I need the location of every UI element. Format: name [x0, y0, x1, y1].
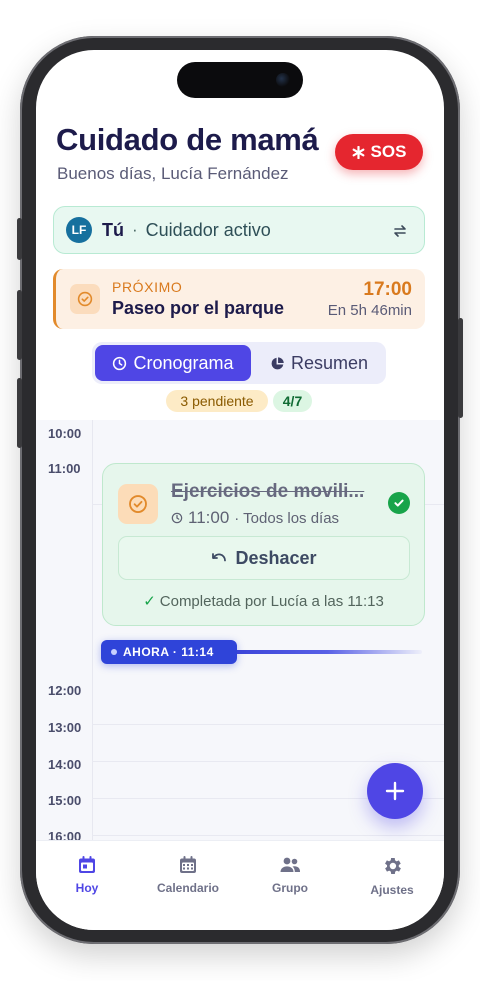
progress-badge: 4/7 — [273, 390, 312, 412]
hour-label: 11:00 — [48, 461, 81, 476]
completion-note: ✓ Completada por Lucía a las 11:13 — [103, 592, 424, 610]
task-meta: 11:00 · Todos los días — [171, 508, 339, 528]
check-icon: ✓ — [143, 593, 156, 610]
sos-button[interactable]: SOS — [335, 134, 423, 170]
task-card[interactable]: Ejercicios de movili... 11:00 · Todos lo… — [102, 463, 425, 626]
tab-calendario[interactable]: Calendario — [143, 855, 233, 895]
undo-icon — [212, 553, 227, 562]
hour-label: 15:00 — [48, 793, 82, 808]
greeting-text: Buenos días, Lucía Fernández — [57, 164, 289, 183]
tab-cronograma[interactable]: Cronograma — [95, 345, 251, 381]
view-switch: Cronograma Resumen — [92, 342, 386, 384]
hour-line — [92, 724, 444, 725]
tab-resumen[interactable]: Resumen — [254, 345, 384, 381]
power-button — [458, 318, 463, 418]
tab-grupo[interactable]: Grupo — [245, 855, 335, 895]
undo-label: Deshacer — [235, 547, 317, 568]
active-caregiver-bar[interactable]: LF Tú · Cuidador activo — [53, 206, 425, 254]
undo-button[interactable]: Deshacer — [118, 536, 410, 580]
now-indicator-line — [232, 650, 422, 654]
silent-switch — [17, 218, 22, 260]
next-event-time: 17:00 — [363, 279, 412, 300]
tab-resumen-label: Resumen — [290, 352, 369, 373]
pending-badge: 3 pendiente — [166, 390, 268, 412]
next-event-card[interactable]: PRÓXIMO Paseo por el parque 17:00 En 5h … — [53, 269, 425, 329]
clock-icon — [113, 356, 127, 370]
next-event-countdown: En 5h 46min — [327, 302, 412, 319]
clock-icon — [171, 512, 183, 524]
tab-hoy[interactable]: Hoy — [42, 855, 132, 895]
now-label: AHORA · 11:14 — [123, 645, 214, 659]
avatar: LF — [66, 217, 92, 243]
page-title: Cuidado de mamá — [56, 122, 319, 157]
tab-ajustes-label: Ajustes — [370, 883, 414, 897]
pie-chart-icon — [271, 356, 284, 369]
task-title: Ejercicios de movili... — [171, 481, 365, 502]
now-dot — [111, 649, 117, 655]
calendar-grid-icon — [180, 856, 196, 873]
tab-calendario-label: Calendario — [156, 881, 219, 895]
tab-ajustes[interactable]: Ajustes — [347, 855, 437, 897]
next-event-label: PRÓXIMO — [112, 279, 183, 295]
sos-label: SOS — [370, 142, 407, 161]
task-check-icon — [70, 284, 100, 314]
task-time: 11:00 — [188, 508, 230, 527]
next-event-name: Paseo por el parque — [112, 298, 285, 318]
add-task-button[interactable] — [367, 763, 423, 819]
hour-label: 13:00 — [48, 720, 82, 735]
plus-icon — [385, 781, 405, 801]
dynamic-island — [177, 62, 303, 98]
tab-hoy-label: Hoy — [75, 881, 99, 895]
asterisk-icon — [352, 145, 364, 159]
camera-icon — [276, 73, 290, 87]
group-icon — [280, 857, 300, 872]
volume-up-button — [17, 290, 22, 360]
tab-grupo-label: Grupo — [272, 881, 308, 895]
hour-label: 12:00 — [48, 683, 82, 698]
gear-icon — [385, 858, 401, 874]
tab-bar: Hoy Calendario Grupo Ajustes — [36, 840, 444, 930]
completion-text: Completada por Lucía a las 11:13 — [159, 593, 384, 610]
swap-icon[interactable] — [390, 221, 410, 241]
caregiver-separator: · — [132, 220, 138, 239]
timeline-divider — [92, 420, 93, 840]
hour-label: 10:00 — [48, 426, 82, 441]
hour-label: 14:00 — [48, 757, 82, 772]
now-indicator: AHORA · 11:14 — [101, 640, 237, 664]
hour-line — [92, 835, 444, 836]
app-screen: Cuidado de mamá Buenos días, Lucía Ferná… — [36, 50, 444, 930]
task-check-icon — [118, 484, 158, 524]
task-recurrence: · Todos los días — [234, 509, 340, 527]
volume-down-button — [17, 378, 22, 448]
tab-cronograma-label: Cronograma — [133, 352, 234, 373]
completed-check-icon — [388, 492, 410, 514]
caregiver-you-label: Tú — [102, 219, 124, 240]
hour-line — [92, 761, 444, 762]
calendar-today-icon — [79, 856, 95, 873]
caregiver-role: Cuidador activo — [145, 219, 271, 240]
